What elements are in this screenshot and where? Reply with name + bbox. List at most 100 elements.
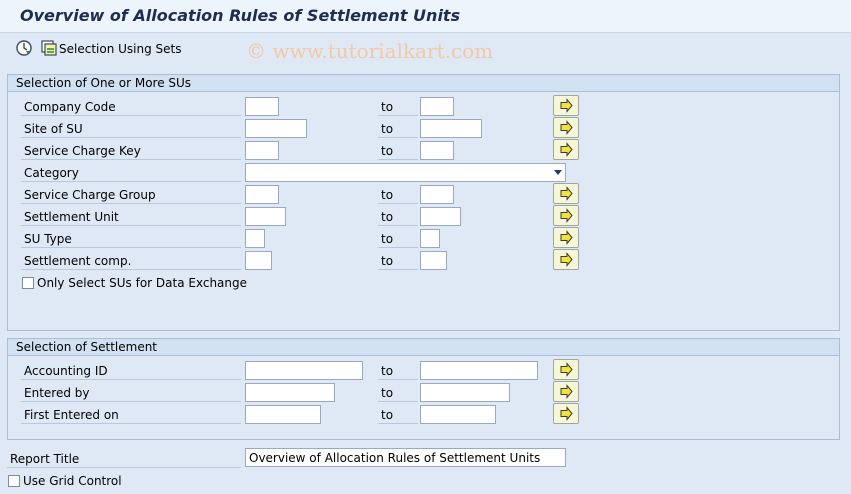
selection-using-sets-button[interactable]: Selection Using Sets xyxy=(59,42,181,56)
entered-by-to-input[interactable] xyxy=(420,383,510,402)
selection-sets-icon[interactable] xyxy=(40,39,58,57)
first-entered-on-multiple-selection-button[interactable] xyxy=(553,403,579,424)
execute-clock-icon[interactable] xyxy=(15,39,33,57)
to-label: to xyxy=(381,254,394,268)
to-label: to xyxy=(381,232,394,246)
label-underline xyxy=(21,225,241,226)
entered-by-multiple-selection-button[interactable] xyxy=(553,381,579,402)
label-service-charge-group: Service Charge Group xyxy=(24,188,156,202)
settlement-comp-from-input[interactable] xyxy=(245,251,272,270)
watermark: © www.tutorialkart.com xyxy=(246,39,494,63)
label-site-of-su: Site of SU xyxy=(24,122,83,136)
page-title: Overview of Allocation Rules of Settleme… xyxy=(20,6,461,25)
arrow-right-icon xyxy=(560,98,573,113)
label-report-title: Report Title xyxy=(10,452,80,466)
label-company-code: Company Code xyxy=(24,100,116,114)
accounting-id-to-input[interactable] xyxy=(420,361,538,380)
to-underline xyxy=(378,137,418,138)
label-underline xyxy=(21,247,241,248)
settlement-unit-from-input[interactable] xyxy=(245,207,286,226)
company-code-multiple-selection-button[interactable] xyxy=(553,95,579,116)
accounting-id-multiple-selection-button[interactable] xyxy=(553,359,579,380)
to-underline xyxy=(378,423,418,424)
label-underline xyxy=(21,159,241,160)
label-category: Category xyxy=(24,166,79,180)
settlement-unit-multiple-selection-button[interactable] xyxy=(553,205,579,226)
to-label: to xyxy=(381,144,394,158)
label-settlement-unit: Settlement Unit xyxy=(24,210,119,224)
su-type-multiple-selection-button[interactable] xyxy=(553,227,579,248)
category-dropdown[interactable] xyxy=(245,163,566,182)
settlement-comp-multiple-selection-button[interactable] xyxy=(553,249,579,270)
arrow-right-icon xyxy=(560,362,573,377)
service-charge-key-from-input[interactable] xyxy=(245,141,279,160)
arrow-right-icon xyxy=(560,384,573,399)
service-charge-key-to-input[interactable] xyxy=(420,141,454,160)
settlement-unit-to-input[interactable] xyxy=(420,207,461,226)
group-header: Selection of Settlement xyxy=(8,339,839,356)
arrow-right-icon xyxy=(560,142,573,157)
settlement-comp-to-input[interactable] xyxy=(420,251,447,270)
to-label: to xyxy=(381,210,394,224)
label-entered-by: Entered by xyxy=(24,386,90,400)
data-exchange-checkbox[interactable] xyxy=(22,277,34,289)
label-underline xyxy=(21,379,241,380)
label-settlement-comp: Settlement comp. xyxy=(24,254,132,268)
group-header: Selection of One or More SUs xyxy=(8,75,839,92)
arrow-right-icon xyxy=(560,186,573,201)
site-of-su-multiple-selection-button[interactable] xyxy=(553,117,579,138)
to-underline xyxy=(378,203,418,204)
to-label: to xyxy=(381,408,394,422)
label-underline xyxy=(21,203,241,204)
service-charge-key-multiple-selection-button[interactable] xyxy=(553,139,579,160)
data-exchange-label: Only Select SUs for Data Exchange xyxy=(37,276,248,290)
to-label: to xyxy=(381,122,394,136)
first-entered-on-to-input[interactable] xyxy=(420,405,496,424)
chevron-down-icon[interactable] xyxy=(554,170,562,175)
accounting-id-from-input[interactable] xyxy=(245,361,363,380)
to-label: to xyxy=(381,188,394,202)
company-code-to-input[interactable] xyxy=(420,97,454,116)
arrow-right-icon xyxy=(560,120,573,135)
label-first-entered-on: First Entered on xyxy=(24,408,119,422)
group-title: Selection of Settlement xyxy=(16,340,158,354)
to-label: to xyxy=(381,100,394,114)
company-code-from-input[interactable] xyxy=(245,97,279,116)
service-charge-group-multiple-selection-button[interactable] xyxy=(553,183,579,204)
first-entered-on-from-input[interactable] xyxy=(245,405,321,424)
label-underline xyxy=(21,401,241,402)
label-underline xyxy=(7,467,241,468)
arrow-right-icon xyxy=(560,406,573,421)
label-underline xyxy=(21,181,241,182)
to-underline xyxy=(378,159,418,160)
label-underline xyxy=(21,115,241,116)
to-label: to xyxy=(381,386,394,400)
report-title-input[interactable] xyxy=(245,448,566,467)
use-grid-control-label: Use Grid Control xyxy=(23,474,122,488)
group-title: Selection of One or More SUs xyxy=(16,76,192,90)
to-underline xyxy=(378,401,418,402)
su-type-to-input[interactable] xyxy=(420,229,440,248)
su-type-from-input[interactable] xyxy=(245,229,265,248)
to-underline xyxy=(378,115,418,116)
service-charge-group-from-input[interactable] xyxy=(245,185,279,204)
to-underline xyxy=(378,379,418,380)
to-underline xyxy=(378,247,418,248)
label-underline xyxy=(21,137,241,138)
site-of-su-from-input[interactable] xyxy=(245,119,307,138)
site-of-su-to-input[interactable] xyxy=(420,119,482,138)
label-service-charge-key: Service Charge Key xyxy=(24,144,141,158)
use-grid-control-checkbox[interactable] xyxy=(8,475,20,487)
arrow-right-icon xyxy=(560,230,573,245)
to-underline xyxy=(378,269,418,270)
to-label: to xyxy=(381,364,394,378)
label-accounting-id: Accounting ID xyxy=(24,364,108,378)
title-bar: Overview of Allocation Rules of Settleme… xyxy=(0,0,851,33)
entered-by-from-input[interactable] xyxy=(245,383,335,402)
to-underline xyxy=(378,225,418,226)
arrow-right-icon xyxy=(560,252,573,267)
label-underline xyxy=(21,423,241,424)
arrow-right-icon xyxy=(560,208,573,223)
service-charge-group-to-input[interactable] xyxy=(420,185,454,204)
label-underline xyxy=(21,269,241,270)
